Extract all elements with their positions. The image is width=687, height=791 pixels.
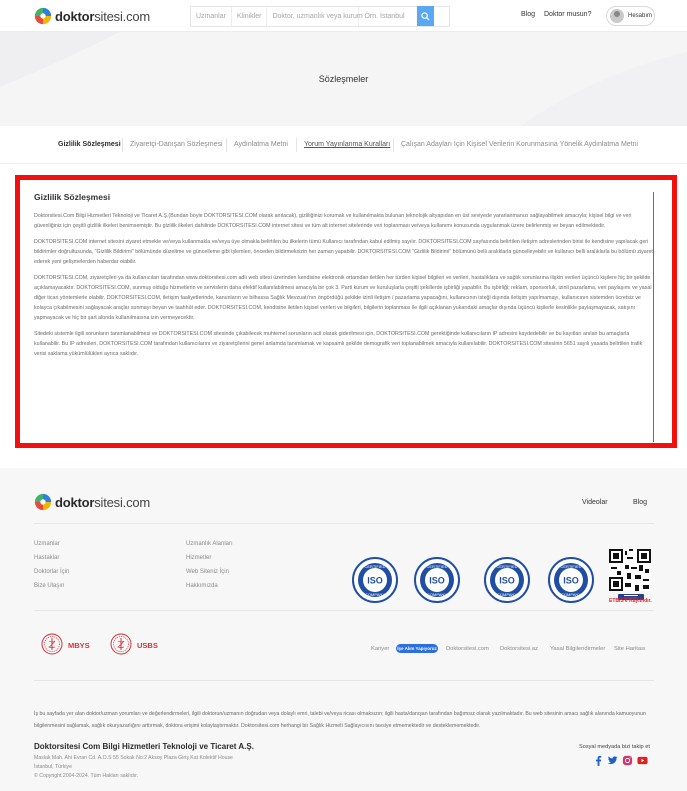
iso-badge-top: CERTIFIED [560,564,581,569]
footer-link-doktorsitesi-com[interactable]: Doktorsitesi.com [446,646,489,652]
search-specialties-tab[interactable]: Uzmanlar [191,7,232,26]
agreement-paragraph: Sitedeki sistemle ilgili sorunların tanı… [34,331,643,357]
iso-badge-bottom: COMPANY [561,592,581,597]
tab-divider [393,138,394,152]
careers-link[interactable]: Kariyer [371,646,389,652]
agreement-content-scroll[interactable]: Gizlilik Sözleşmesi Doktorsitesi.Com Bil… [34,192,654,442]
footer-link-doktorsitesi-az[interactable]: Doktorsitesi.az [500,646,538,652]
iso-badge-mid: ISO [367,576,383,586]
logo-text-light: sitesi.com [94,494,151,510]
page-title: Sözleşmeler [318,74,369,84]
footer-logo[interactable]: doktorsitesi.com [34,493,150,511]
footer-link-contact[interactable]: Bize Ulaşın [34,583,64,589]
search-clinics-tab[interactable]: Klinikler [232,7,268,26]
footer-divider [34,523,654,524]
iso-badge-mid: ISO [429,576,445,586]
footer-divider [34,610,654,611]
iso-badge-bottom: COMPANY [365,592,385,597]
footer-link-for-doctors[interactable]: Doktorlar İçin [34,569,69,575]
copyright: © Copyright 2004-2024. Tüm Hakları saklı… [34,773,139,779]
tab-comment-rules[interactable]: Yorum Yayınlanma Kuralları [304,141,390,148]
footer-disclaimer: İş bu sayfada yer alan doktor/uzman yoru… [34,711,646,729]
footer-link-experts[interactable]: Uzmanlar [34,541,60,547]
iso-badge-mid: ISO [563,576,579,586]
twitter-icon[interactable] [607,755,618,766]
search-icon [421,11,430,21]
iso-certified-icon: ISO CERTIFIED COMPANY [484,557,530,603]
hiring-badge[interactable]: İşe Alım Yapıyoruz [396,644,438,653]
footer-divider [34,680,654,681]
footer-blog-link[interactable]: Blog [633,499,647,506]
avatar [610,9,624,23]
agreement-tabs: Gizlilik Sözleşmesi Ziyaretçi-Danışan Sö… [0,126,687,164]
youtube-icon[interactable] [637,755,648,766]
iso-certified-icon: ISO CERTIFIED COMPANY [414,557,460,603]
facebook-icon[interactable] [593,755,604,766]
tab-disclosure[interactable]: Aydınlatma Metni [234,141,288,148]
site-logo[interactable]: doktorsitesi.com [34,7,150,25]
usbs-emblem-icon[interactable] [110,633,132,655]
company-address: Maslak Mah. Ahi Evran Cd. A.O.S 55 Sokak… [34,755,233,761]
logo-text-bold: doktor [55,8,95,24]
usbs-label[interactable]: USBS [137,641,158,650]
footer-link-about[interactable]: Hakkımızda [186,583,218,589]
tab-privacy[interactable]: Gizlilik Sözleşmesi [58,141,121,148]
tab-divider [122,138,123,152]
logo-text-light: sitesi.com [94,8,151,24]
iso-badge-top: CERTIFIED [426,564,447,569]
location-input[interactable]: Örn. İstanbul [359,7,449,26]
mbys-emblem-icon[interactable] [41,633,63,655]
nav-blog-link[interactable]: Blog [521,11,535,18]
footer-link-your-website[interactable]: Web Siteniz İçin [186,569,229,575]
iso-badge-mid: ISO [499,576,515,586]
company-name: Doktorsitesi Com Bilgi Hizmetleri Teknol… [34,742,254,751]
footer-link-specialties[interactable]: Uzmanlık Alanları [186,541,233,547]
iso-certified-icon: ISO CERTIFIED COMPANY [548,557,594,603]
tab-candidate-kvkk[interactable]: Çalışan Adayları İçin Kişisel Verilerin … [401,141,638,148]
site-footer: doktorsitesi.com Videolar Blog Uzmanlar … [0,468,687,791]
account-label: Hesabım [628,13,653,19]
tab-divider [296,138,297,152]
iso-badge-bottom: COMPANY [497,592,517,597]
iso-badge-bottom: COMPANY [427,592,447,597]
mbys-label[interactable]: MBYS [68,641,90,650]
hero-banner: Sözleşmeler [0,32,687,126]
tab-divider [226,138,227,152]
search-input[interactable]: Doktor, uzmanlık veya kurum [267,7,363,26]
iso-certified-icon: ISO CERTIFIED COMPANY [352,557,398,603]
search-bar: Uzmanlar Klinikler Doktor, uzmanlık veya… [190,6,451,27]
etbis-label: ETBİS'e Kayıtlıdır. [609,598,652,604]
footer-link-legal[interactable]: Yasal Bilgilendirmeler [550,646,605,652]
footer-link-diseases[interactable]: Hastaklar [34,555,59,561]
footer-videos-link[interactable]: Videolar [582,499,608,506]
search-button[interactable] [417,6,434,26]
footer-link-sitemap[interactable]: Site Haritası [614,646,646,652]
agreement-paragraph: DOKTORSITESI.COM internet sitesini ziyar… [34,239,653,265]
account-button[interactable]: Hesabım [606,6,655,26]
logo-text-bold: doktor [55,494,95,510]
footer-link-services[interactable]: Hizmetler [186,555,211,561]
etbis-qr-code-icon[interactable] [609,549,651,591]
instagram-icon[interactable] [622,755,633,766]
tab-visitor-agreement[interactable]: Ziyaretçi-Danışan Sözleşmesi [130,141,223,148]
agreement-paragraph: DOKTORSITESI.COM, ziyaretçileri ya da ku… [34,275,652,321]
site-header: doktorsitesi.com Uzmanlar Klinikler Dokt… [0,0,687,32]
agreement-paragraph: Doktorsitesi.Com Bilgi Hizmetleri Teknol… [34,213,632,229]
logo-icon [34,7,52,25]
agreement-title: Gizlilik Sözleşmesi [34,192,111,202]
nav-are-you-doctor-link[interactable]: Doktor musun? [544,11,591,18]
social-label: Sosyal medyada bizi takip et [579,744,650,750]
agreement-content-highlight: Gizlilik Sözleşmesi Doktorsitesi.Com Bil… [15,175,677,448]
iso-badge-top: CERTIFIED [364,564,385,569]
logo-icon [34,493,52,511]
iso-badge-top: CERTIFIED [496,564,517,569]
company-city: İstanbul, Türkiye [34,764,72,770]
